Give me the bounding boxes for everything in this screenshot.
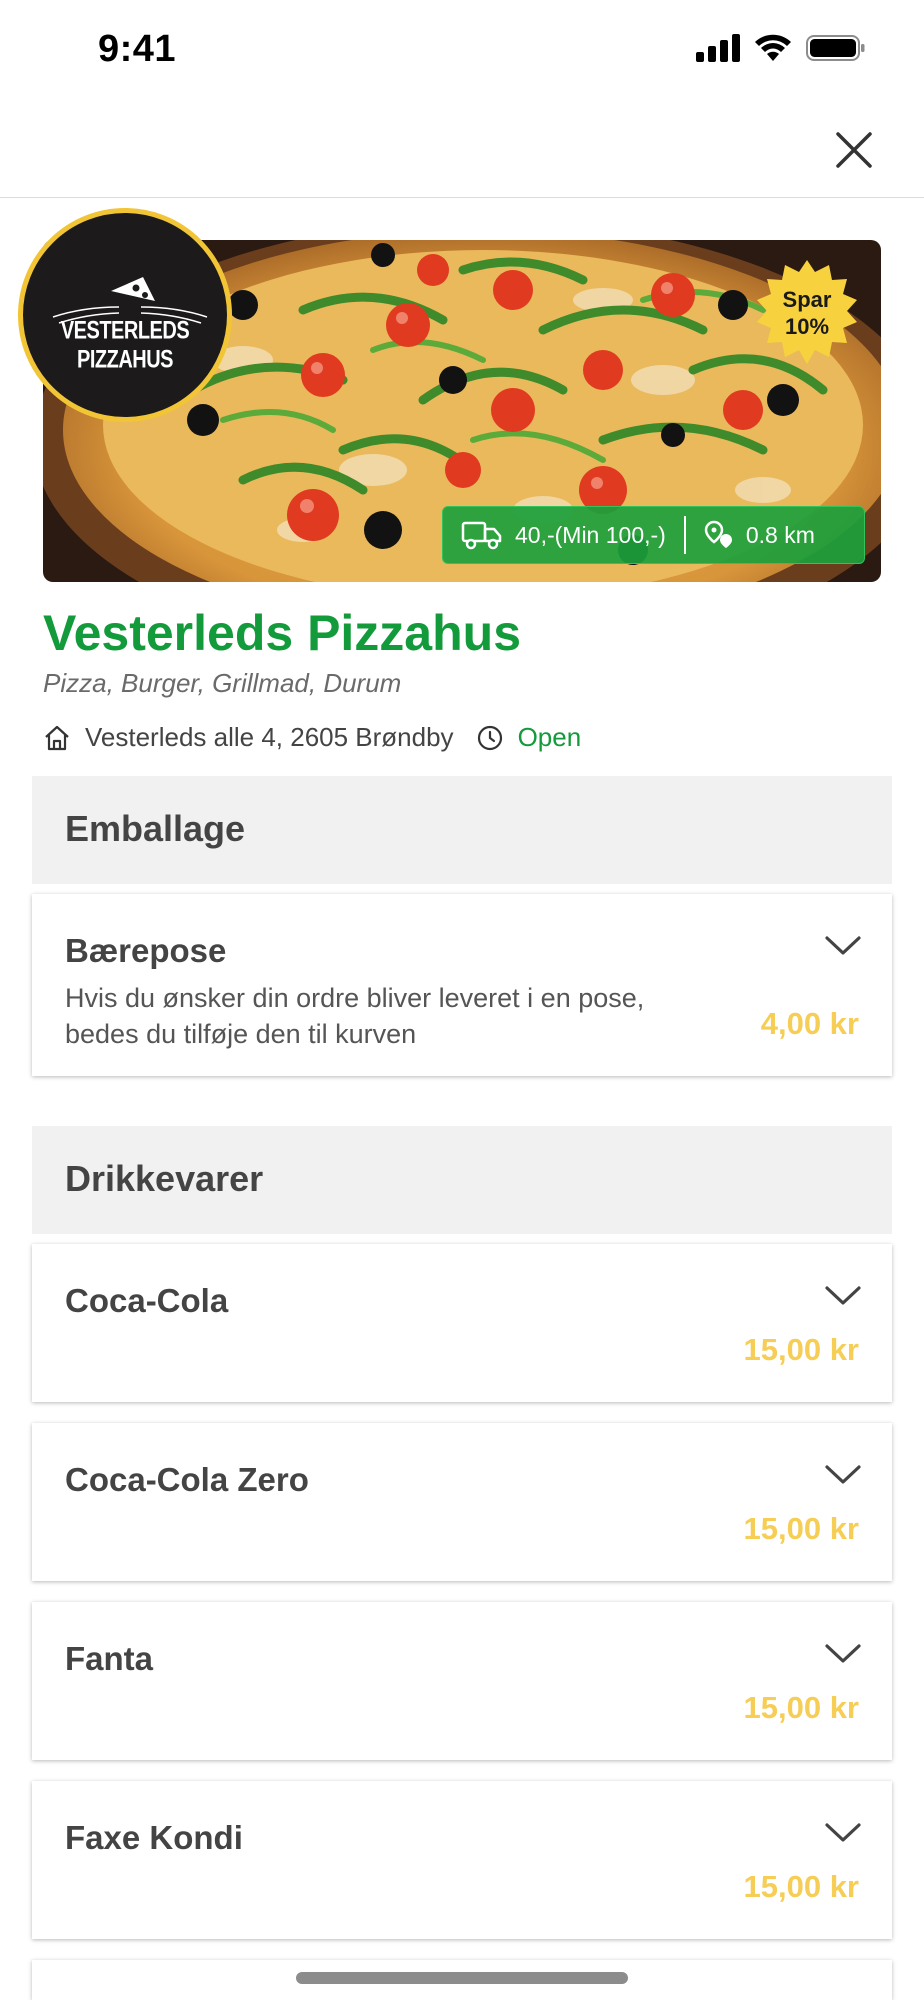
menu-item-faxe-kondi[interactable]: Faxe Kondi 15,00 kr [32,1781,892,1939]
section-header-emballage: Emballage [32,776,892,884]
close-icon [836,132,872,168]
opening-status: Open [517,722,582,752]
restaurant-categories: Pizza, Burger, Grillmad, Durum [43,668,402,698]
discount-badge-text: Spar 10% [754,286,860,340]
discount-badge: Spar 10% [754,260,860,366]
home-indicator [296,1972,628,1984]
item-name: Coca-Cola Zero [65,1461,309,1498]
clock-icon [477,725,502,750]
menu-item-baerepose[interactable]: Bærepose Hvis du ønsker din ordre bliver… [32,894,892,1076]
item-name: Fanta [65,1640,154,1677]
section-title: Drikkevarer [65,1158,264,1199]
distance: 0.8 km [686,507,833,563]
section-title: Emballage [65,808,246,849]
restaurant-meta: Vesterleds alle 4, 2605 Brøndby Open [43,722,581,753]
menu-item-fanta[interactable]: Fanta 15,00 kr [32,1602,892,1760]
discount-badge-label: Spar [782,287,832,312]
restaurant-address: Vesterleds alle 4, 2605 Brøndby [85,722,454,752]
delivery-info-chip: 40,-(Min 100,-) 0.8 km [442,506,865,564]
battery-icon [806,35,865,61]
wifi-icon [755,34,791,61]
item-name: Bærepose [65,932,227,969]
chevron-down-icon[interactable] [824,1821,862,1845]
status-icons [696,34,866,62]
restaurant-logo: VESTERLEDS PIZZAHUS [18,208,232,422]
delivery-fee-text: 40,-(Min 100,-) [515,521,666,548]
item-description: Hvis du ønsker din ordre bliver leveret … [65,983,645,1049]
item-price: 15,00 kr [743,1332,860,1367]
home-icon [45,725,69,750]
top-header [0,104,924,198]
restaurant-name: Vesterleds Pizzahus [43,605,522,661]
item-price: 15,00 kr [743,1869,860,1904]
item-price: 15,00 kr [743,1690,860,1725]
distance-text: 0.8 km [745,521,815,548]
item-name: Faxe Kondi [65,1819,243,1856]
item-price: 4,00 kr [760,1006,859,1041]
close-button[interactable] [828,124,880,176]
discount-badge-value: 10% [784,314,830,339]
chevron-down-icon[interactable] [824,1642,862,1666]
logo-text: VESTERLEDS PIZZAHUS [60,317,190,374]
chevron-down-icon[interactable] [824,1463,862,1487]
menu-item-coca-cola[interactable]: Coca-Cola 15,00 kr [32,1244,892,1402]
delivery-fee: 40,-(Min 100,-) [443,507,684,563]
signal-icon [696,34,740,62]
item-name: Coca-Cola [65,1282,229,1319]
chevron-down-icon[interactable] [824,1284,862,1308]
status-time: 9:41 [98,28,177,70]
delivery-truck-icon [461,521,502,550]
status-bar: 9:41 [0,0,924,104]
menu-item-coca-cola-zero[interactable]: Coca-Cola Zero 15,00 kr [32,1423,892,1581]
location-pins-icon [704,520,732,548]
chevron-down-icon[interactable] [824,934,862,958]
item-price: 15,00 kr [743,1511,860,1546]
section-header-drikkevarer: Drikkevarer [32,1126,892,1234]
